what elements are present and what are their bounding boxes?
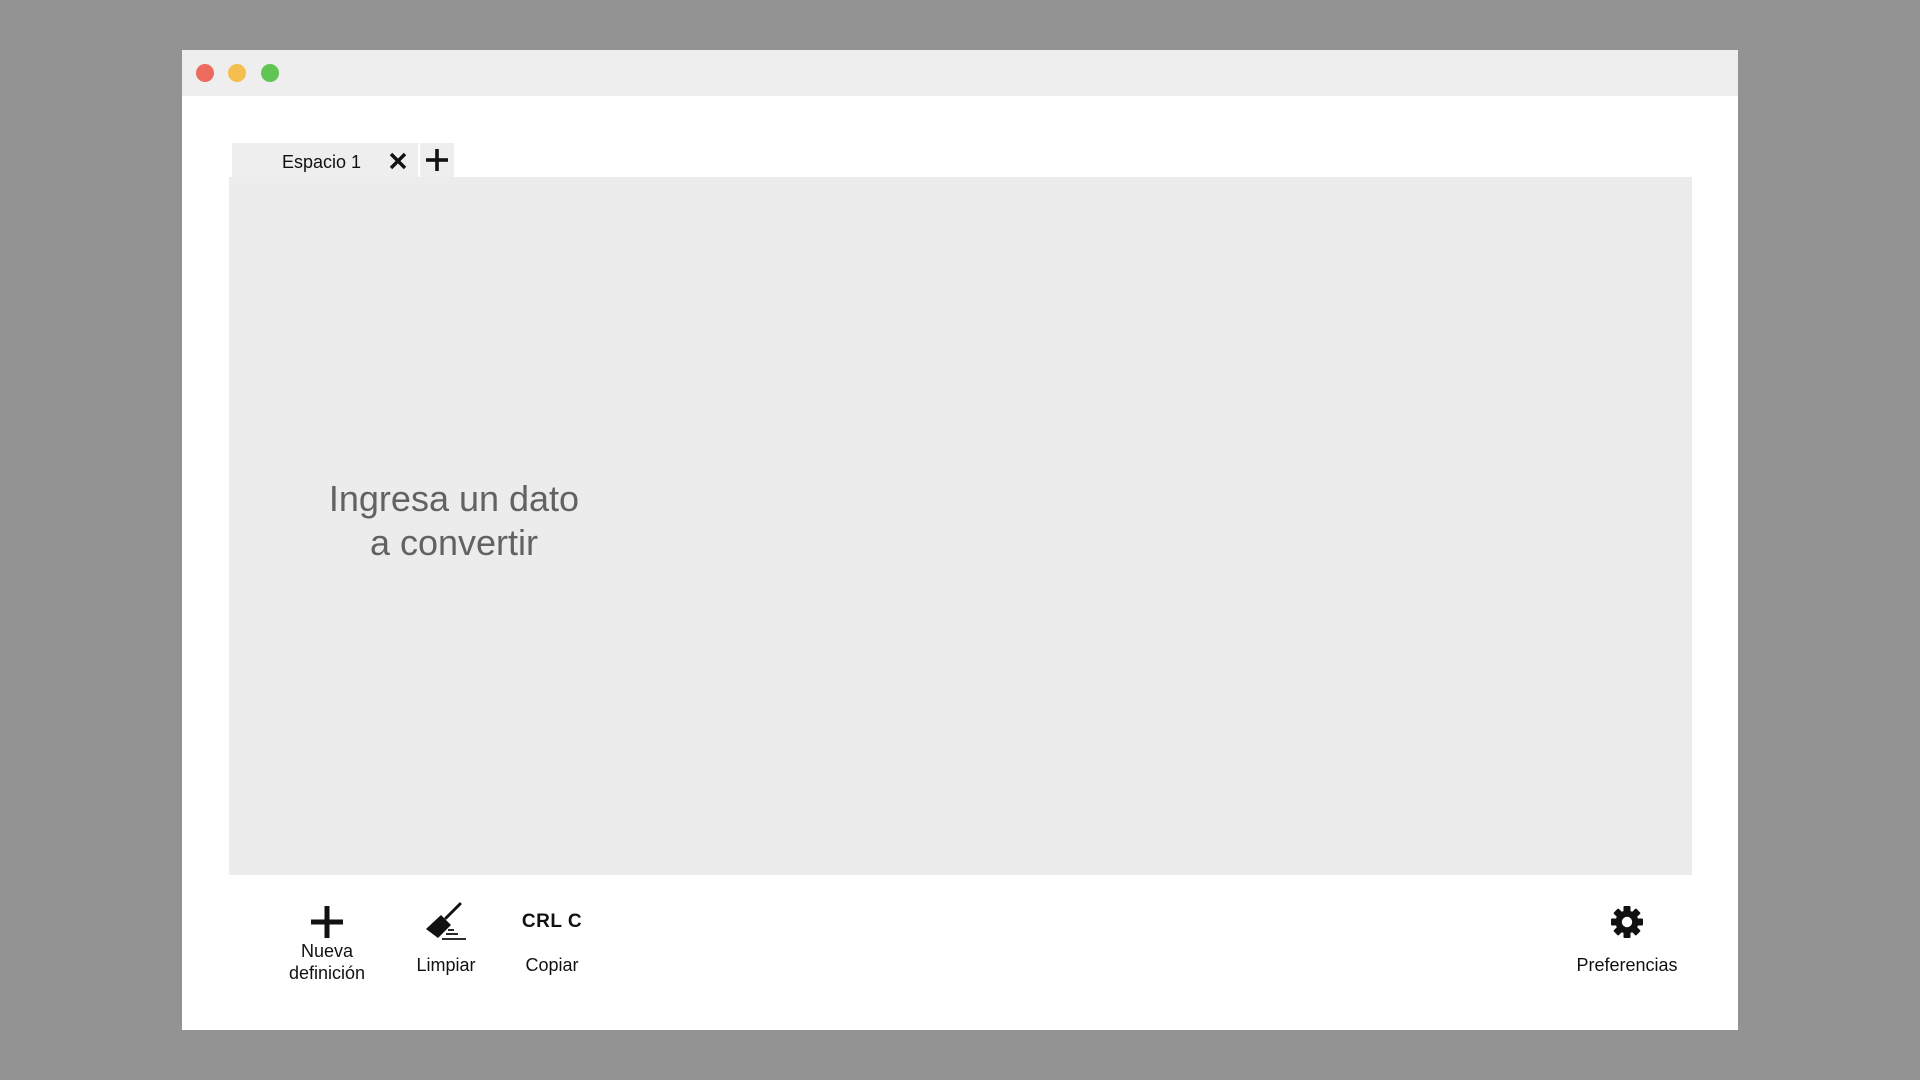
clean-label: Limpiar [416,955,476,975]
clean-button[interactable]: Limpiar [406,900,486,976]
title-bar [182,50,1738,96]
add-tab-button[interactable] [420,143,454,177]
window-maximize-button[interactable] [261,64,279,82]
plus-icon [426,149,448,171]
preferences-label: Preferencias [1576,955,1678,975]
app-window: Espacio 1 Ingresa un dato a convertir Nu… [182,50,1738,1030]
broom-icon [426,902,466,940]
new-definition-label: Nueva definición [288,941,366,983]
copy-label: Copiar [525,955,579,975]
new-definition-button[interactable]: Nueva definición [272,900,382,984]
copy-button[interactable]: CRL C Copiar [512,900,592,976]
gear-icon [1611,906,1643,938]
close-icon[interactable] [388,151,408,171]
tab-label: Espacio 1 [282,152,362,172]
copy-shortcut-icon: CRL C [521,911,583,932]
plus-icon [311,906,343,938]
window-close-button[interactable] [196,64,214,82]
preferences-button[interactable]: Preferencias [1562,900,1692,976]
tab-espacio-1[interactable]: Espacio 1 [232,143,418,177]
workspace-area[interactable]: Ingresa un dato a convertir [229,177,1692,875]
workspace-placeholder: Ingresa un dato a convertir [328,478,580,563]
window-minimize-button[interactable] [228,64,246,82]
